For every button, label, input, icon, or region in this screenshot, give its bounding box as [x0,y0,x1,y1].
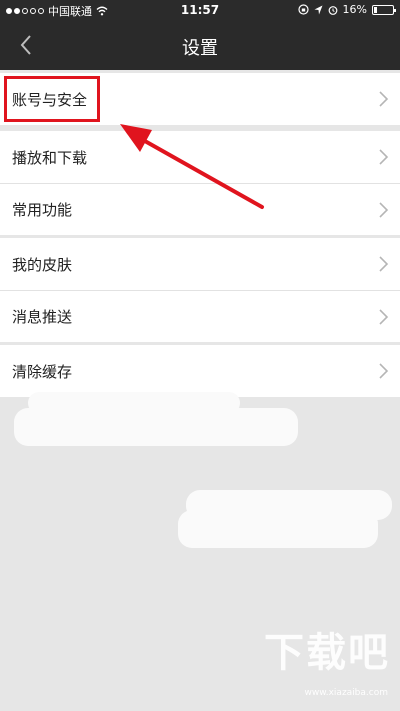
status-right: 16% [297,3,396,16]
setting-label: 常用功能 [12,201,73,219]
battery-label: 16% [342,3,367,16]
setting-label: 我的皮肤 [12,255,73,274]
settings-group-playback: 播放和下载 常用功能 [0,131,400,235]
redacted-area [14,408,298,446]
setting-label: 清除缓存 [12,362,73,381]
chevron-right-icon [379,202,389,218]
redacted-area [178,510,378,548]
chevron-right-icon [379,256,389,272]
setting-label: 消息推送 [12,308,73,326]
chevron-right-icon [379,363,389,379]
watermark-logo: 下载吧 [264,630,390,676]
setting-common-functions[interactable]: 常用功能 [0,183,400,235]
highlight-box [4,76,100,122]
setting-push-notifications[interactable]: 消息推送 [0,290,400,342]
setting-clear-cache[interactable]: 清除缓存 [0,345,400,397]
setting-my-skin[interactable]: 我的皮肤 [0,238,400,290]
location-icon [314,5,323,14]
chevron-right-icon [379,309,389,325]
nav-bar: 设置 [0,20,400,70]
settings-group-cache: 清除缓存 [0,345,400,397]
alarm-icon [328,5,337,15]
setting-label: 播放和下载 [12,148,88,167]
watermark-url: www.xiazaiba.com [304,688,388,698]
settings-group-personal: 我的皮肤 消息推送 [0,238,400,342]
page-title: 设置 [182,38,218,59]
status-bar: 中国联通 11:57 16% [0,0,400,20]
rotation-lock-icon [297,4,309,15]
setting-playback-download[interactable]: 播放和下载 [0,131,400,183]
chevron-right-icon [379,91,389,107]
battery-icon [372,4,396,15]
chevron-right-icon [379,149,389,165]
